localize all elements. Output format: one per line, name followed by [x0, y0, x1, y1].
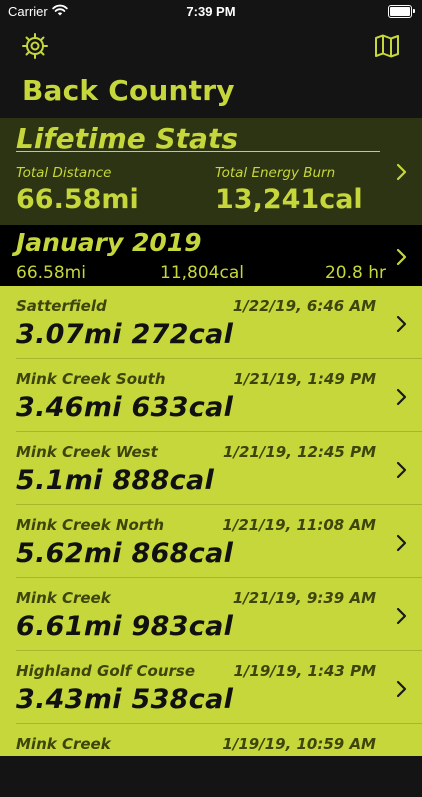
activity-stats: 5.1mi 888cal	[16, 465, 215, 496]
activity-name: Mink Creek West	[16, 443, 158, 461]
activity-date: 1/22/19, 6:46 AM	[232, 297, 376, 315]
activity-row[interactable]: Mink Creek 1/21/19, 9:39 AM 6.61mi 983ca…	[0, 578, 422, 651]
activity-row[interactable]: Mink Creek North 1/21/19, 11:08 AM 5.62m…	[0, 505, 422, 578]
chevron-right-icon	[394, 162, 408, 182]
activity-row[interactable]: Highland Golf Course 1/19/19, 1:43 PM 3.…	[0, 651, 422, 724]
activity-list: Satterfield 1/22/19, 6:46 AM 3.07mi 272c…	[0, 286, 422, 756]
gear-icon[interactable]	[18, 29, 52, 63]
map-icon[interactable]	[370, 29, 404, 63]
activity-stats: 3.43mi 538cal	[16, 684, 234, 715]
activity-name: Mink Creek North	[16, 516, 165, 534]
activity-row[interactable]: Mink Creek 1/19/19, 10:59 AM	[0, 724, 422, 797]
total-distance-label: Total Distance	[16, 165, 112, 181]
total-energy-label: Total Energy Burn	[215, 165, 336, 181]
activity-date: 1/19/19, 10:59 AM	[222, 735, 376, 753]
activity-name: Mink Creek	[16, 735, 111, 753]
activity-name: Satterfield	[16, 297, 107, 315]
activity-row[interactable]: Mink Creek West 1/21/19, 12:45 PM 5.1mi …	[0, 432, 422, 505]
activity-stats: 5.62mi 868cal	[16, 538, 234, 569]
page-title: Back Country	[22, 74, 235, 107]
activity-name: Mink Creek	[16, 589, 111, 607]
month-energy: 11,804cal	[160, 263, 244, 283]
activity-name: Mink Creek South	[16, 370, 166, 388]
battery-icon	[388, 5, 415, 18]
activity-row[interactable]: Mink Creek South 1/21/19, 1:49 PM 3.46mi…	[0, 359, 422, 432]
chevron-right-icon	[394, 606, 408, 626]
activity-date: 1/21/19, 1:49 PM	[233, 370, 376, 388]
total-distance-value: 66.58mi	[16, 184, 139, 215]
chevron-right-icon	[394, 679, 408, 699]
lifetime-stats-card[interactable]: Lifetime Stats Total Distance 66.58mi To…	[0, 118, 422, 225]
activity-date: 1/21/19, 12:45 PM	[223, 443, 376, 461]
activity-stats: 3.07mi 272cal	[16, 319, 234, 350]
month-distance: 66.58mi	[16, 263, 86, 283]
chevron-right-icon	[394, 387, 408, 407]
activity-stats: 6.61mi 983cal	[16, 611, 234, 642]
title-divider	[16, 151, 380, 152]
chevron-right-icon	[394, 314, 408, 334]
chevron-right-icon	[394, 247, 408, 267]
activity-stats: 3.46mi 633cal	[16, 392, 234, 423]
chevron-right-icon	[394, 460, 408, 480]
activity-row[interactable]: Satterfield 1/22/19, 6:46 AM 3.07mi 272c…	[0, 286, 422, 359]
navigation-bar: Back Country	[0, 24, 422, 118]
clock: 7:39 PM	[186, 4, 236, 19]
month-hours: 20.8 hr	[324, 263, 386, 283]
activity-date: 1/19/19, 1:43 PM	[233, 662, 376, 680]
activity-date: 1/21/19, 9:39 AM	[232, 589, 376, 607]
month-summary-header[interactable]: January 2019 66.58mi 11,804cal 20.8 hr	[0, 225, 422, 286]
chevron-right-icon	[394, 533, 408, 553]
activity-name: Highland Golf Course	[16, 662, 196, 680]
total-energy-value: 13,241cal	[215, 184, 363, 215]
month-title: January 2019	[16, 228, 202, 257]
status-bar: Carrier 7:39 PM	[0, 0, 422, 24]
activity-date: 1/21/19, 11:08 AM	[222, 516, 376, 534]
